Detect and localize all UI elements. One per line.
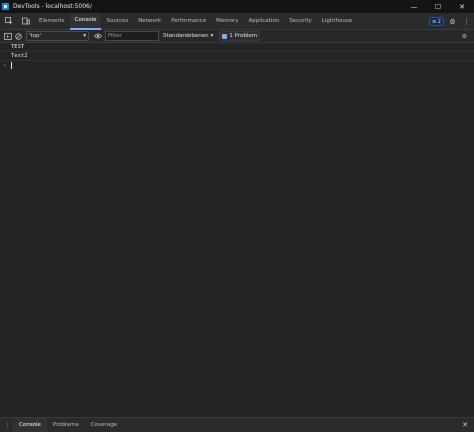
close-drawer-button[interactable]: ✕ [460, 420, 470, 430]
settings-button[interactable]: ⚙ [447, 16, 458, 27]
tab-console[interactable]: Console [69, 12, 102, 30]
more-options-button[interactable]: ⋮ [461, 16, 472, 27]
drawer-tab-console[interactable]: Console [13, 417, 47, 432]
inspect-element-button[interactable] [3, 16, 14, 27]
gear-icon: ⚙ [461, 33, 468, 40]
prompt-chevron-icon: › [3, 62, 7, 69]
tab-elements[interactable]: Elements [34, 13, 70, 30]
sidebar-toggle-icon [3, 32, 12, 40]
console-prompt[interactable]: › [0, 61, 474, 70]
drawer-tabbar: ⋮ Console Probleme Coverage ✕ [0, 417, 474, 432]
console-message: Test2 [0, 52, 474, 61]
tab-application[interactable]: Application [243, 13, 284, 30]
window-titlebar: DevTools - localhost:5006/ — ☐ ✕ [0, 0, 474, 13]
tab-memory[interactable]: Memory [211, 13, 243, 30]
problems-label: 1 Problem [229, 33, 258, 39]
console-toolbar: 'top' ▾ Standardebenen ▾ 1 Problem ⚙ [0, 30, 474, 43]
drawer-tabs: Console Probleme Coverage [13, 417, 123, 432]
drawer-menu-button[interactable]: ⋮ [2, 420, 13, 431]
log-levels-dropdown[interactable]: Standardebenen ▾ [163, 33, 213, 39]
window-controls: — ☐ ✕ [402, 0, 474, 13]
minimize-button[interactable]: — [402, 0, 426, 13]
console-messages: TEST Test2 [0, 43, 474, 61]
issues-icon: ≡ [431, 18, 437, 25]
drawer-tab-probleme[interactable]: Probleme [47, 418, 85, 432]
tab-network[interactable]: Network [133, 13, 166, 30]
chevron-down-icon: ▾ [83, 33, 86, 39]
tab-sources[interactable]: Sources [101, 13, 133, 30]
maximize-icon: ☐ [434, 2, 442, 11]
tabbar-actions: ≡ 2 ⚙ ⋮ [428, 13, 472, 30]
issues-badge[interactable]: ≡ 2 [428, 17, 444, 26]
kebab-menu-icon: ⋮ [4, 421, 11, 429]
close-window-button[interactable]: ✕ [450, 0, 474, 13]
live-expression-button[interactable] [92, 31, 103, 42]
clear-console-button[interactable] [13, 31, 24, 42]
devtools-app-icon [2, 3, 9, 10]
device-toolbar-icon [21, 17, 30, 25]
maximize-button[interactable]: ☐ [426, 0, 450, 13]
tab-performance[interactable]: Performance [166, 13, 211, 30]
eye-icon [93, 33, 102, 39]
console-output[interactable]: TEST Test2 › [0, 43, 474, 417]
panel-tabs: Elements Console Sources Network Performance… [34, 12, 357, 30]
context-selector[interactable]: 'top' ▾ [26, 31, 89, 41]
context-value: 'top' [29, 33, 42, 39]
close-icon: ✕ [459, 2, 465, 11]
log-levels-label: Standardebenen [163, 33, 209, 39]
tab-security[interactable]: Security [284, 13, 317, 30]
inspect-element-icon [4, 17, 12, 25]
issue-icon [222, 33, 228, 39]
close-icon: ✕ [462, 421, 468, 429]
chevron-down-icon: ▾ [210, 33, 214, 39]
sidebar-toggle-button[interactable] [2, 31, 13, 42]
clear-console-icon [15, 32, 22, 40]
filter-input[interactable] [105, 31, 159, 41]
drawer-tab-coverage[interactable]: Coverage [85, 418, 123, 432]
device-toolbar-button[interactable] [20, 16, 31, 27]
panel-tabbar: Elements Console Sources Network Performance… [0, 12, 474, 30]
text-cursor [11, 62, 12, 69]
window-title: DevTools - localhost:5006/ [13, 3, 92, 10]
gear-icon: ⚙ [449, 17, 456, 26]
tab-lighthouse[interactable]: Lighthouse [317, 13, 357, 30]
kebab-menu-icon: ⋮ [463, 17, 470, 26]
console-settings-button[interactable]: ⚙ [459, 31, 470, 42]
issues-count: 2 [437, 18, 442, 25]
console-message: TEST [0, 43, 474, 52]
problems-button[interactable]: 1 Problem [219, 31, 261, 41]
minimize-icon: — [410, 2, 418, 11]
